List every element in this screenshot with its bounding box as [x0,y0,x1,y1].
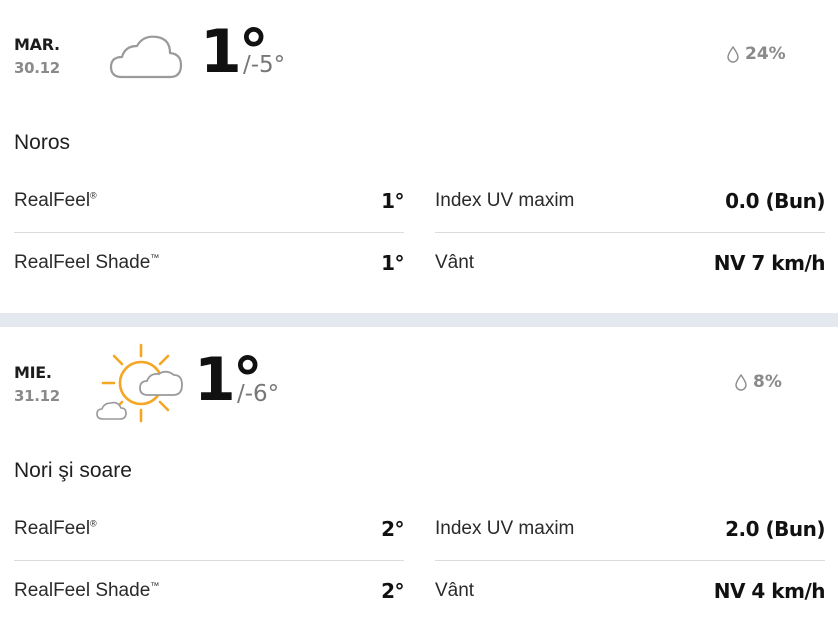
temperature-low: /-6° [237,381,280,407]
realfeel-shade-value: 2° [381,579,404,603]
realfeel-value: 1° [381,189,404,213]
uv-index-value: 2.0 (Bun) [725,517,825,541]
realfeel-shade-row: RealFeel Shade™ 1° [14,233,404,293]
realfeel-shade-value: 1° [381,251,404,275]
date: 31.12 [14,387,60,405]
wind-label: Vânt [435,252,475,273]
sun-and-clouds-icon [96,343,183,423]
card-separator [0,313,838,327]
precipitation-value: 8% [753,372,782,392]
weather-phrase: Noros [14,131,71,154]
wind-label: Vânt [435,580,475,601]
weather-phrase: Nori şi soare [14,459,132,482]
wind-value: NV 7 km/h [713,251,826,275]
realfeel-value: 2° [381,517,404,541]
day-header: MIE. 31.12 [14,363,60,405]
realfeel-shade-label: RealFeel Shade™ [14,252,160,273]
cloud-icon [109,35,183,79]
precipitation: 8% [735,372,782,392]
uv-index-value: 0.0 (Bun) [725,189,825,213]
realfeel-shade-row: RealFeel Shade™ 2° [14,561,404,621]
realfeel-label: RealFeel® [14,518,97,539]
wind-row: Vânt NV 4 km/h [435,561,826,621]
uv-index-row: Index UV maxim 0.0 (Bun) [435,170,825,233]
day-of-week: MAR. [14,35,60,54]
day-header: MAR. 30.12 [14,35,60,77]
realfeel-row: RealFeel® 1° [14,170,404,233]
date: 30.12 [14,59,60,77]
uv-index-label: Index UV maxim [435,518,575,539]
uv-index-row: Index UV maxim 2.0 (Bun) [435,498,825,561]
uv-index-label: Index UV maxim [435,190,575,211]
temperature-low: /-5° [243,52,286,78]
wind-value: NV 4 km/h [713,579,826,603]
raindrop-icon [727,45,739,63]
realfeel-row: RealFeel® 2° [14,498,404,561]
day-of-week: MIE. [14,363,52,382]
raindrop-icon [735,373,747,391]
daily-forecast-card[interactable]: MIE. 31.12 1° /-6° 8% Nori şi soare Real… [0,327,838,641]
precipitation: 24% [727,44,786,64]
realfeel-label: RealFeel® [14,190,97,211]
precipitation-value: 24% [745,44,786,64]
wind-row: Vânt NV 7 km/h [435,233,826,293]
realfeel-shade-label: RealFeel Shade™ [14,580,160,601]
daily-forecast-card[interactable]: MAR. 30.12 1° /-5° 24% Noros RealFeel® 1… [0,0,838,313]
